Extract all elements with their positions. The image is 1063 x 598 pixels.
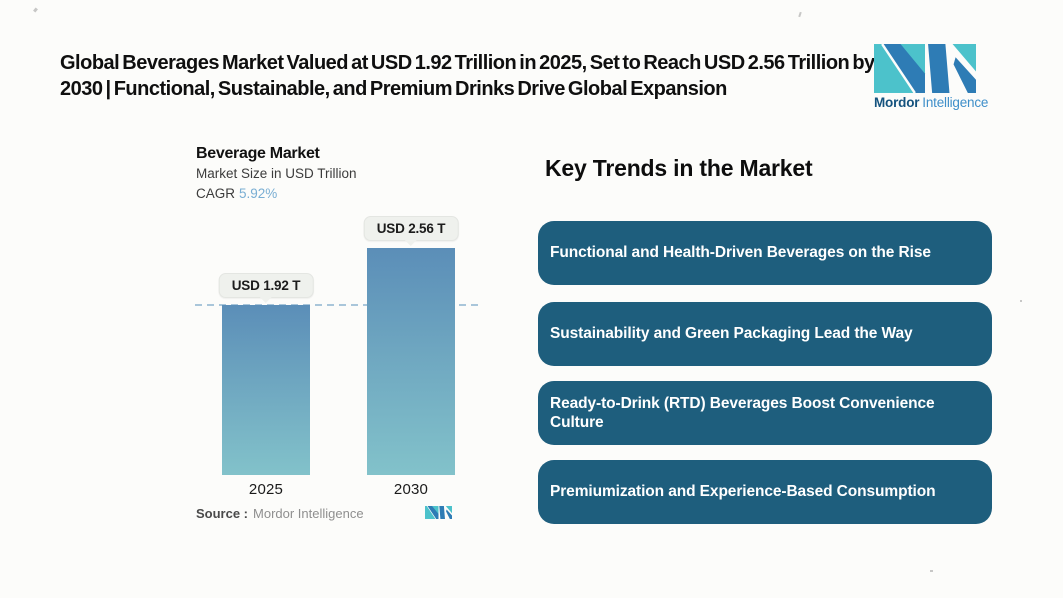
trend-box-label: Ready-to-Drink (RTD) Beverages Boost Con… [550,394,935,431]
brand-logo: Mordor Intelligence [874,44,994,110]
trend-box-sustainability: Sustainability and Green Packaging Lead … [538,302,992,366]
trend-box-premiumization: Premiumization and Experience-Based Cons… [538,460,992,524]
bar-2030 [367,248,455,475]
trend-box-label: Functional and Health-Driven Beverages o… [550,244,931,262]
source-label: Source : [196,506,249,521]
trend-box-label: Premiumization and Experience-Based Cons… [550,483,936,501]
bar-2025 [222,305,310,475]
brand-name: Mordor Intelligence [874,95,994,110]
source-row: Source : Mordor Intelligence [196,506,364,521]
value-label-2030: USD 2.56 T [363,216,459,241]
mordor-intelligence-mini-logo-icon [425,506,452,519]
speck [930,570,933,572]
trend-box-rtd: Ready-to-Drink (RTD) Beverages Boost Con… [538,381,992,445]
x-axis-label-2030: 2030 [393,481,429,498]
value-label-2025: USD 1.92 T [218,273,314,298]
speck [33,7,38,13]
chart-title: Beverage Market [196,145,320,162]
cagr-label: CAGR [196,186,236,201]
speck [1020,300,1022,302]
cagr-value: 5.92% [239,186,278,201]
trends-heading: Key Trends in the Market [545,155,813,181]
brand-name-bold: Mordor [874,95,920,110]
bar-chart: USD 1.92 T USD 2.56 T 2025 2030 [195,216,483,498]
chart-cagr: CAGR 5.92% [196,186,277,201]
speck [798,11,802,18]
trend-box-label: Sustainability and Green Packaging Lead … [550,325,913,343]
headline: Global Beverages Market Valued at USD 1.… [60,52,875,100]
x-axis-label-2025: 2025 [248,481,284,498]
trend-box-functional: Functional and Health-Driven Beverages o… [538,221,992,285]
brand-name-light: Intelligence [922,95,989,110]
chart-subtitle: Market Size in USD Trillion [196,166,357,181]
source-value: Mordor Intelligence [253,506,364,521]
mordor-intelligence-logo-icon [874,44,976,93]
infographic-canvas: Global Beverages Market Valued at USD 1.… [0,0,1063,598]
